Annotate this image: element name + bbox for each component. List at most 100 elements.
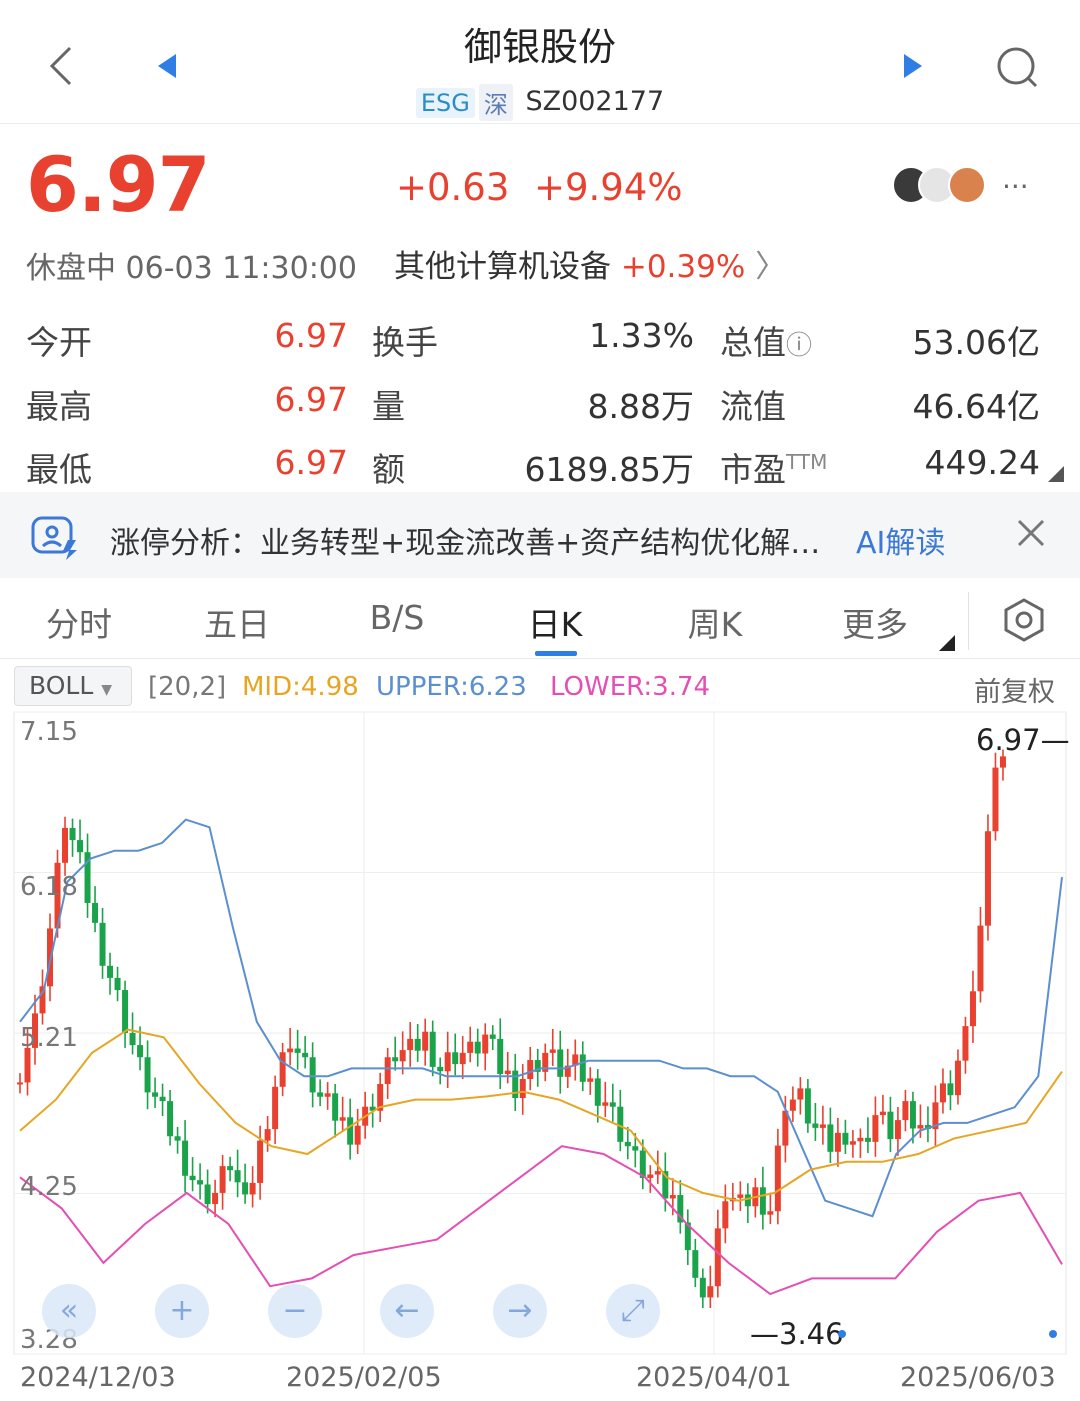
indicator-mid: MID:4.98: [242, 672, 359, 702]
tab-day-k[interactable]: 日K: [480, 598, 630, 646]
stat-value: 6.97: [274, 380, 348, 419]
candle-body: [482, 1034, 489, 1054]
ai-analysis-icon: [28, 510, 80, 562]
candle-body: [804, 1088, 811, 1124]
candle-body: [197, 1180, 204, 1185]
stat-value: 8.88万: [587, 387, 694, 426]
stat-value: 6.97: [274, 443, 348, 482]
candle-body: [234, 1170, 241, 1183]
candle-body: [309, 1057, 316, 1093]
tab-five-day[interactable]: 五日: [162, 598, 312, 646]
candle-body: [129, 1032, 136, 1046]
expand-corner-icon[interactable]: [1046, 464, 1066, 484]
candle-body: [159, 1096, 166, 1102]
candle-body: [332, 1093, 339, 1121]
zoom-out-icon[interactable]: −: [268, 1284, 322, 1338]
min-price-label: —3.46: [750, 1317, 844, 1351]
candle-body: [834, 1132, 841, 1152]
tab-more[interactable]: 更多: [800, 598, 950, 646]
candle-body: [167, 1101, 174, 1137]
stat-value: 46.64亿: [912, 387, 1040, 426]
candle-body: [407, 1038, 414, 1051]
y-tick-label: 6.18: [20, 872, 78, 902]
candle-body: [452, 1052, 459, 1065]
close-icon[interactable]: [1016, 518, 1046, 548]
candle-body: [722, 1201, 729, 1229]
price-change-pct: +9.94%: [534, 166, 683, 209]
indicator-lower: LOWER:3.74: [550, 672, 711, 702]
candle-body: [647, 1174, 654, 1178]
candle-body: [174, 1136, 181, 1141]
candle-body: [429, 1031, 436, 1067]
candle-body: [902, 1101, 909, 1121]
rewind-icon[interactable]: «: [42, 1284, 96, 1338]
candle-body: [122, 990, 129, 1033]
sector-change: +0.39%: [620, 249, 746, 285]
candle-body: [624, 1141, 631, 1147]
candle-body: [707, 1286, 714, 1298]
candle-body: [24, 1047, 31, 1083]
y-tick-label: 7.15: [20, 717, 78, 747]
tab-week-k[interactable]: 周K: [640, 598, 790, 646]
pan-left-icon[interactable]: ←: [380, 1284, 434, 1338]
ttm-sup: TTM: [786, 450, 828, 474]
candle-body: [954, 1060, 961, 1096]
tab-fenshi[interactable]: 分时: [4, 598, 154, 646]
adjust-mode[interactable]: 前复权: [974, 670, 1055, 709]
candle-body: [422, 1031, 429, 1051]
candle-body: [497, 1038, 504, 1075]
candle-body: [17, 1082, 23, 1085]
candle-body: [969, 991, 976, 1027]
candle-body: [189, 1175, 196, 1181]
candle-body: [692, 1250, 699, 1278]
stock-code-line: ESG 深 SZ002177: [0, 84, 1080, 121]
candle-body: [459, 1052, 466, 1065]
stat-value: 53.06亿: [912, 323, 1040, 362]
candle-body: [812, 1123, 819, 1128]
limit-up-analysis-text[interactable]: 涨停分析：业务转型+现金流改善+资产结构优化解…: [110, 518, 850, 562]
candle-body: [909, 1101, 916, 1129]
candle-body: [797, 1088, 804, 1100]
tab-bs[interactable]: B/S: [322, 598, 472, 637]
sector-link[interactable]: 其他计算机设备 +0.39% 〉: [394, 241, 786, 286]
price-change: +0.63: [396, 166, 510, 209]
settings-hex-icon[interactable]: [1000, 596, 1048, 644]
candle-body: [99, 922, 106, 966]
indicator-upper: UPPER:6.23: [376, 672, 527, 702]
candle-body: [219, 1166, 226, 1193]
candle-body: [714, 1228, 721, 1287]
candle-body: [819, 1124, 826, 1128]
candle-body: [77, 840, 84, 853]
candle-body: [602, 1102, 609, 1106]
candle-body: [272, 1086, 279, 1130]
candle-body: [62, 827, 69, 863]
candle-body: [384, 1057, 391, 1084]
pan-right-icon[interactable]: →: [493, 1284, 547, 1338]
indicator-params: [20,2]: [148, 672, 227, 702]
follower-avatars[interactable]: [892, 166, 1002, 206]
stat-value: 1.33%: [589, 316, 694, 355]
market-status: 休盘中 06-03 11:30:00: [26, 251, 357, 286]
candle-body: [947, 1083, 954, 1096]
active-tab-underline: [535, 651, 577, 656]
stat-label: 市盈TTM: [720, 443, 827, 491]
indicator-select[interactable]: BOLL ▼: [14, 666, 132, 706]
ai-read-link[interactable]: AI解读: [856, 518, 945, 562]
candle-body: [519, 1079, 526, 1098]
more-dropdown-icon: [938, 634, 956, 652]
candle-body: [849, 1141, 856, 1145]
stat-label: 额: [372, 450, 405, 489]
candle-body: [744, 1194, 751, 1207]
search-icon[interactable]: [994, 44, 1040, 90]
fullscreen-icon[interactable]: ⤢: [606, 1284, 660, 1338]
candle-body: [144, 1057, 151, 1093]
stat-label[interactable]: 总值ⓘ: [720, 316, 812, 364]
current-price: 6.97: [26, 140, 211, 229]
candle-body: [204, 1184, 211, 1205]
next-stock-icon[interactable]: [900, 52, 924, 80]
marker-dot: [1049, 1330, 1057, 1338]
more-icon[interactable]: ···: [1002, 170, 1029, 203]
candle-body: [294, 1048, 301, 1053]
zoom-in-icon[interactable]: +: [155, 1284, 209, 1338]
candle-body: [227, 1166, 234, 1171]
